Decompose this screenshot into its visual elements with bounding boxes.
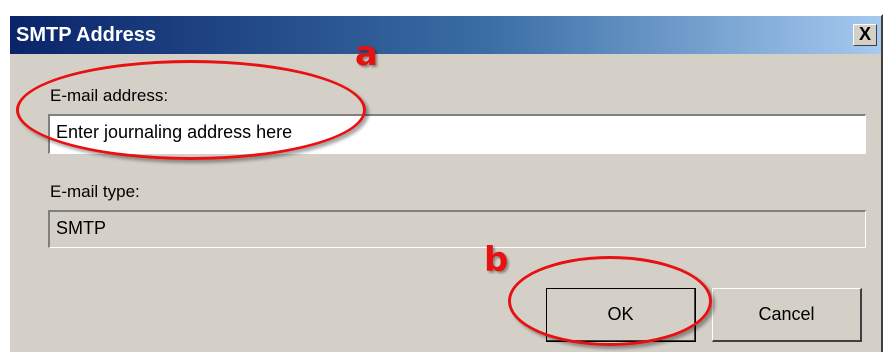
cancel-button[interactable]: Cancel — [712, 288, 862, 342]
close-button[interactable]: X — [853, 24, 877, 46]
close-icon: X — [858, 24, 871, 44]
annotation-letter-b: b — [484, 240, 509, 280]
annotation-letter-a: a — [355, 34, 378, 74]
email-type-field: SMTP — [48, 210, 866, 248]
dialog-title: SMTP Address — [16, 24, 157, 46]
email-type-label: E-mail type: — [50, 182, 140, 201]
title-bar: SMTP Address X — [10, 16, 881, 54]
annotation-circle-a — [16, 60, 366, 160]
annotation-circle-b — [508, 256, 712, 346]
